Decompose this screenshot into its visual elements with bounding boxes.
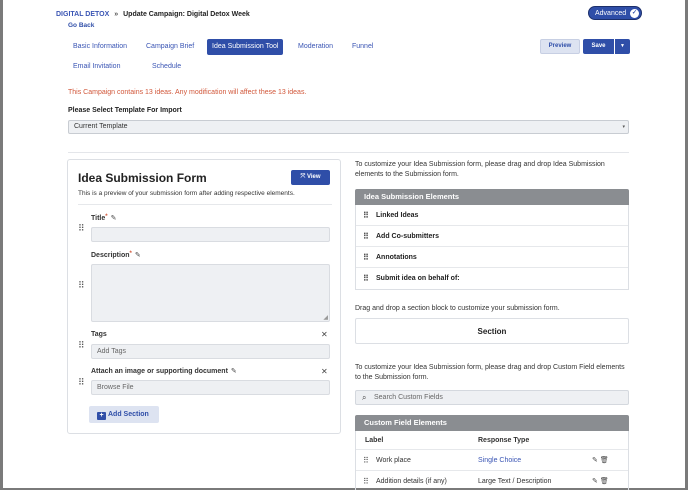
drag-handle-icon[interactable]: ⠿	[363, 450, 369, 471]
close-icon[interactable]: ✕	[321, 367, 328, 376]
add-section-label: Add Section	[108, 411, 149, 418]
drag-handle-icon[interactable]: ⠿	[78, 223, 85, 234]
row-actions: ✎ 🗑	[592, 450, 609, 471]
template-selected-value: Current Template	[74, 123, 128, 130]
tags-input[interactable]: Add Tags	[91, 344, 330, 359]
campaign-ideas-notice: This Campaign contains 13 ideas. Any mod…	[68, 89, 307, 96]
template-select[interactable]: Current Template ▾	[68, 120, 629, 134]
required-mark: *	[105, 214, 108, 220]
row-actions: ✎ 🗑	[592, 471, 609, 490]
window-border-left	[0, 0, 3, 490]
tab-schedule[interactable]: Schedule	[147, 59, 186, 75]
section-block[interactable]: Section	[355, 318, 629, 344]
top-bar: DIGITAL DETOX » Update Campaign: Digital…	[3, 5, 685, 23]
breadcrumb-brand[interactable]: DIGITAL DETOX	[56, 11, 109, 18]
go-back-link[interactable]: Go Back	[68, 22, 94, 29]
form-title: Idea Submission Form	[78, 171, 207, 185]
divider	[78, 204, 332, 205]
tab-campaign-brief[interactable]: Campaign Brief	[141, 39, 199, 55]
search-placeholder: Search Custom Fields	[374, 394, 443, 401]
column-label: Label	[365, 437, 384, 444]
breadcrumb: DIGITAL DETOX » Update Campaign: Digital…	[56, 11, 250, 18]
add-icon: +	[97, 412, 106, 420]
custom-field-type: Large Text / Description	[478, 478, 552, 485]
search-custom-fields-input[interactable]: ⌕ Search Custom Fields	[355, 390, 629, 405]
search-icon: ⌕	[362, 393, 367, 402]
save-button[interactable]: Save	[583, 39, 614, 54]
field-label-title: Title* ✎	[91, 214, 117, 222]
element-linked-ideas[interactable]: ⠿ Linked Ideas	[356, 205, 628, 226]
custom-field-label: Work place	[376, 457, 411, 464]
idea-submission-elements-list: ⠿ Linked Ideas ⠿ Add Co-submitters ⠿ Annota…	[355, 205, 629, 290]
section-hint-text: Drag and drop a section block to customi…	[355, 305, 560, 312]
drag-handle-icon[interactable]: ⠿	[78, 377, 85, 388]
field-label-attachment: Attach an image or supporting document ✎	[91, 368, 237, 375]
template-select-label: Please Select Template For Import	[68, 107, 182, 114]
advanced-toggle-label: Advanced	[595, 10, 627, 17]
custom-fields-intro-text: To customize your Idea Submission form, …	[355, 364, 625, 381]
description-textarea[interactable]: ◢	[91, 264, 330, 322]
edit-icon[interactable]: ✎	[592, 478, 598, 485]
tab-funnel[interactable]: Funnel	[347, 39, 378, 55]
field-label-tags: Tags	[91, 331, 107, 338]
divider	[68, 152, 629, 153]
check-icon: ✓	[630, 9, 639, 18]
column-response-type: Response Type	[478, 437, 530, 444]
edit-icon[interactable]: ✎	[231, 368, 237, 375]
edit-icon[interactable]: ✎	[111, 215, 117, 222]
resize-handle-icon[interactable]: ◢	[323, 314, 328, 321]
required-mark: *	[129, 251, 132, 257]
drag-handle-icon[interactable]: ⠿	[363, 226, 369, 247]
custom-field-elements-header: Custom Field Elements	[355, 415, 629, 431]
drag-handle-icon[interactable]: ⠿	[363, 205, 369, 226]
tab-moderation[interactable]: Moderation	[293, 39, 338, 55]
table-row[interactable]: ⠿ Addition details (if any) Large Text /…	[356, 471, 628, 490]
delete-icon[interactable]: 🗑	[600, 457, 609, 464]
close-icon[interactable]: ✕	[321, 330, 328, 339]
drag-handle-icon[interactable]: ⠿	[78, 340, 85, 351]
custom-field-type-link[interactable]: Single Choice	[478, 450, 521, 471]
element-submit-on-behalf[interactable]: ⠿ Submit idea on behalf of:	[356, 268, 628, 289]
browse-file-input[interactable]: Browse File	[91, 380, 330, 395]
tab-email-invitation[interactable]: Email Invitation	[68, 59, 125, 75]
drag-handle-icon[interactable]: ⠿	[363, 268, 369, 289]
edit-icon[interactable]: ✎	[592, 457, 598, 464]
tab-idea-submission-tool[interactable]: Idea Submission Tool	[207, 39, 284, 55]
preview-button[interactable]: Preview	[540, 39, 580, 54]
custom-fields-table: Label Response Type ⠿ Work place Single …	[355, 431, 629, 490]
element-annotations[interactable]: ⠿ Annotations	[356, 247, 628, 268]
field-label-description: Description* ✎	[91, 251, 141, 259]
element-add-co-submitters[interactable]: ⠿ Add Co-submitters	[356, 226, 628, 247]
breadcrumb-page: Update Campaign: Digital Detox Week	[123, 11, 250, 18]
tab-basic-information[interactable]: Basic Information	[68, 39, 132, 55]
view-button-label: View	[306, 174, 321, 180]
view-button[interactable]: ⤧ View	[291, 170, 330, 185]
drag-handle-icon[interactable]: ⠿	[363, 247, 369, 268]
title-input[interactable]	[91, 227, 330, 242]
elements-intro-text: To customize your Idea Submission form, …	[355, 161, 605, 178]
submission-form-preview: Idea Submission Form ⤧ View This is a pr…	[67, 159, 341, 434]
advanced-toggle[interactable]: Advanced ✓	[588, 6, 642, 20]
delete-icon[interactable]: 🗑	[600, 478, 609, 485]
form-subtitle: This is a preview of your submission for…	[78, 190, 295, 197]
expand-icon: ⤧	[300, 174, 306, 180]
drag-handle-icon[interactable]: ⠿	[363, 471, 369, 490]
table-header: Label Response Type	[356, 431, 628, 450]
chevron-down-icon: ▾	[622, 124, 625, 130]
save-options-dropdown[interactable]: ▼	[615, 39, 630, 54]
add-section-button[interactable]: + Add Section	[89, 406, 159, 423]
idea-submission-elements-header: Idea Submission Elements	[355, 189, 629, 205]
breadcrumb-separator: »	[114, 11, 119, 18]
edit-icon[interactable]: ✎	[135, 252, 141, 259]
drag-handle-icon[interactable]: ⠿	[78, 280, 85, 291]
custom-field-label: Addition details (if any)	[376, 478, 447, 485]
table-row[interactable]: ⠿ Work place Single Choice ✎ 🗑	[356, 450, 628, 471]
